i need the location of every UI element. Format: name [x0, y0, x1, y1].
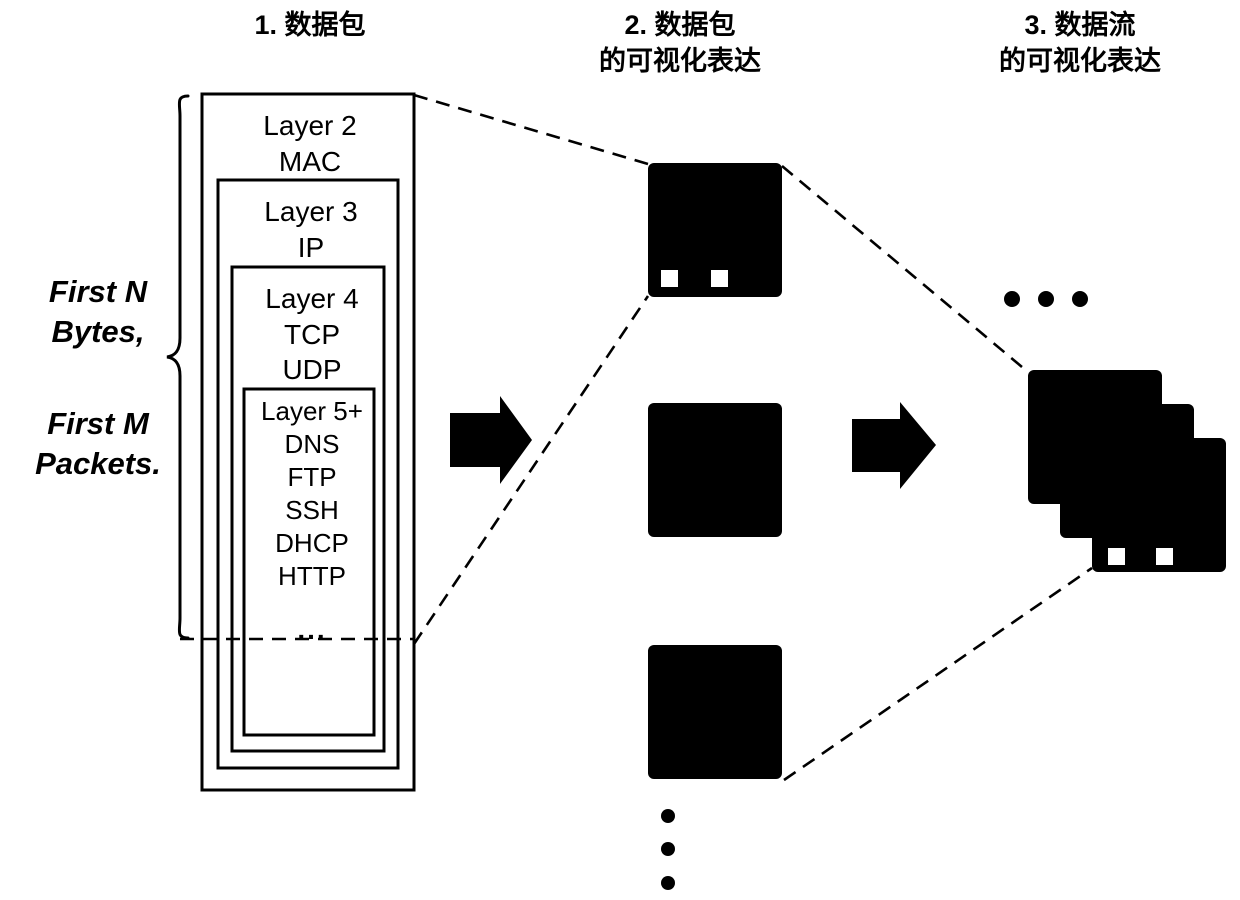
layer-3-label: Layer 3 IP — [264, 196, 358, 263]
layer-5-plus-label: Layer 5+ DNS FTP SSH DHCP HTTP — [261, 396, 363, 592]
diagram-canvas — [166, 92, 1226, 890]
leader-packet-bottom — [412, 295, 650, 645]
leader-flow-top — [781, 165, 1029, 373]
layer-2-label: Layer 2 MAC — [263, 110, 357, 177]
leader-packet-top — [413, 93, 649, 166]
packet-image-1-marker-b — [711, 270, 728, 287]
diagram-root: 1. 数据包 2. 数据包 的可视化表达 3. 数据流 的可视化表达 First… — [0, 0, 1240, 900]
arrow-packet-to-image-icon — [450, 396, 532, 484]
packet-image-ellipsis-icon — [661, 809, 675, 890]
flow-ellipsis-icon — [1004, 291, 1088, 307]
packet-image-1-marker-a — [661, 270, 678, 287]
curly-brace — [166, 94, 190, 640]
leader-flow-bottom — [783, 566, 1093, 782]
flow-image-front — [1028, 370, 1162, 504]
flow-image-marker-b — [1156, 548, 1173, 565]
arrow-image-to-flow-icon — [852, 402, 936, 489]
layer-5-plus-continuation: ... — [297, 614, 327, 645]
flow-image-marker-a — [1108, 548, 1125, 565]
flow-image-stack — [1028, 370, 1226, 572]
packet-image-3 — [648, 645, 782, 779]
layer-4-label: Layer 4 TCP UDP — [265, 283, 359, 386]
packet-image-2 — [648, 403, 782, 537]
packet-image-1 — [648, 163, 782, 297]
